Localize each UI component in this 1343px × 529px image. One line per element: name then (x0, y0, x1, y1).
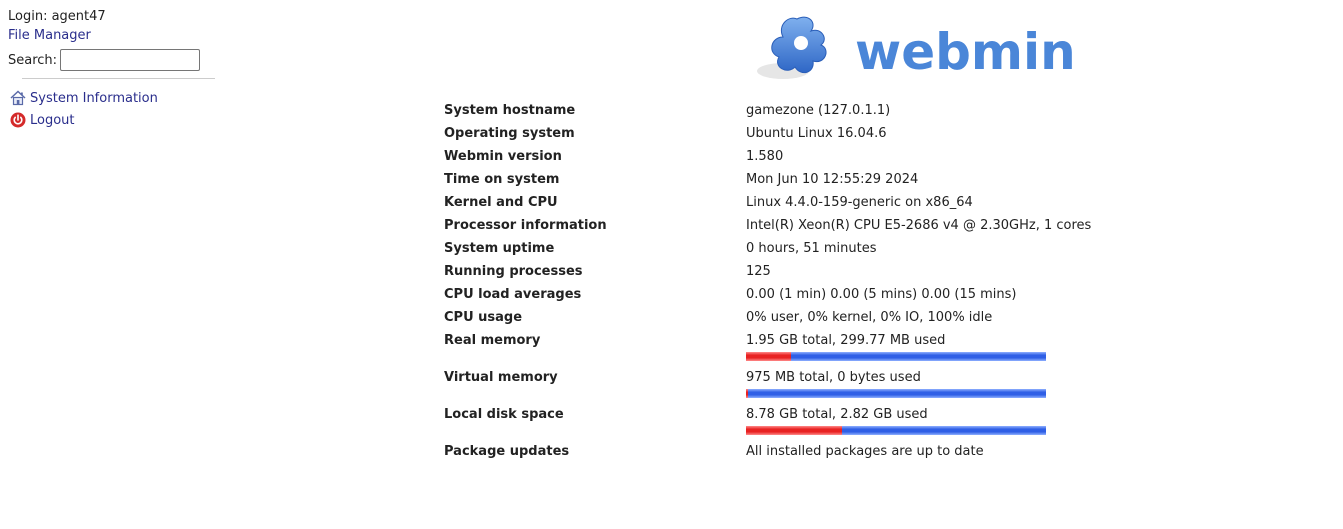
search-row: Search: (8, 47, 218, 73)
logo-text: webmin (855, 23, 1076, 81)
real-memory-usage-bar (746, 352, 1046, 361)
info-row-cpu-usage: CPU usage 0% user, 0% kernel, 0% IO, 100… (444, 306, 1091, 329)
usage-bar-free (791, 352, 1046, 361)
info-value: 0 hours, 51 minutes (746, 241, 877, 256)
info-label: Running processes (444, 264, 583, 279)
sidebar-divider (22, 78, 215, 79)
info-label: Webmin version (444, 149, 562, 164)
search-input[interactable] (60, 49, 201, 71)
info-label: CPU load averages (444, 287, 582, 302)
home-icon (10, 90, 26, 106)
info-value: gamezone (127.0.1.1) (746, 103, 891, 118)
info-label: Kernel and CPU (444, 195, 558, 210)
info-label: System uptime (444, 241, 555, 256)
info-label: Real memory (444, 333, 541, 348)
sidebar: Login: agent47 File Manager Search: Syst… (8, 8, 218, 131)
usage-bar-used (746, 352, 791, 361)
info-label: System hostname (444, 103, 576, 118)
sidebar-item-label: Logout (30, 112, 75, 128)
power-icon (10, 112, 26, 128)
info-row-virtual-memory: Virtual memory 975 MB total, 0 bytes use… (444, 366, 1091, 389)
info-row-os: Operating system Ubuntu Linux 16.04.6 (444, 122, 1091, 145)
sidebar-item-logout[interactable]: Logout (8, 109, 218, 131)
webmin-logo-graphic: webmin (757, 16, 1076, 81)
info-row-time: Time on system Mon Jun 10 12:55:29 2024 (444, 168, 1091, 191)
info-row-disk: Local disk space 8.78 GB total, 2.82 GB … (444, 403, 1091, 426)
info-label: Processor information (444, 218, 607, 233)
info-row-packages: Package updates All installed packages a… (444, 440, 1091, 463)
info-value: 0.00 (1 min) 0.00 (5 mins) 0.00 (15 mins… (746, 287, 1017, 302)
info-value: Linux 4.4.0-159-generic on x86_64 (746, 195, 973, 210)
disk-usage-bar (746, 426, 1046, 435)
file-manager-link[interactable]: File Manager (8, 26, 218, 45)
info-value: All installed packages are up to date (746, 444, 984, 459)
info-label: Operating system (444, 126, 575, 141)
info-label: Time on system (444, 172, 560, 187)
virtual-memory-usage-bar (746, 389, 1046, 398)
info-value: Ubuntu Linux 16.04.6 (746, 126, 887, 141)
usage-bar-free (842, 426, 1046, 435)
info-row-version: Webmin version 1.580 (444, 145, 1091, 168)
info-value: Intel(R) Xeon(R) CPU E5-2686 v4 @ 2.30GH… (746, 218, 1092, 233)
info-value: 8.78 GB total, 2.82 GB used (746, 407, 928, 422)
info-label: CPU usage (444, 310, 523, 325)
webmin-logo: webmin (753, 5, 1083, 87)
sidebar-item-system-information[interactable]: System Information (8, 87, 218, 109)
usage-bar-used (746, 426, 842, 435)
info-row-kernel: Kernel and CPU Linux 4.4.0-159-generic o… (444, 191, 1091, 214)
info-value: Mon Jun 10 12:55:29 2024 (746, 172, 919, 187)
search-label: Search: (8, 52, 58, 68)
system-info-table: System hostname gamezone (127.0.1.1) Ope… (444, 99, 1091, 463)
info-row-hostname: System hostname gamezone (127.0.1.1) (444, 99, 1091, 122)
login-text: Login: agent47 (8, 9, 106, 24)
info-value: 0% user, 0% kernel, 0% IO, 100% idle (746, 310, 993, 325)
info-value: 1.95 GB total, 299.77 MB used (746, 333, 946, 348)
info-label: Virtual memory (444, 370, 558, 385)
info-value: 1.580 (746, 149, 784, 164)
info-value: 975 MB total, 0 bytes used (746, 370, 921, 385)
sidebar-item-label: System Information (30, 90, 158, 106)
usage-bar-free (748, 389, 1046, 398)
info-label: Local disk space (444, 407, 564, 422)
info-row-uptime: System uptime 0 hours, 51 minutes (444, 237, 1091, 260)
info-label: Package updates (444, 444, 570, 459)
info-value: 125 (746, 264, 771, 279)
info-row-real-memory: Real memory 1.95 GB total, 299.77 MB use… (444, 329, 1091, 352)
info-row-processor: Processor information Intel(R) Xeon(R) C… (444, 214, 1091, 237)
info-row-load: CPU load averages 0.00 (1 min) 0.00 (5 m… (444, 283, 1091, 306)
info-row-processes: Running processes 125 (444, 260, 1091, 283)
